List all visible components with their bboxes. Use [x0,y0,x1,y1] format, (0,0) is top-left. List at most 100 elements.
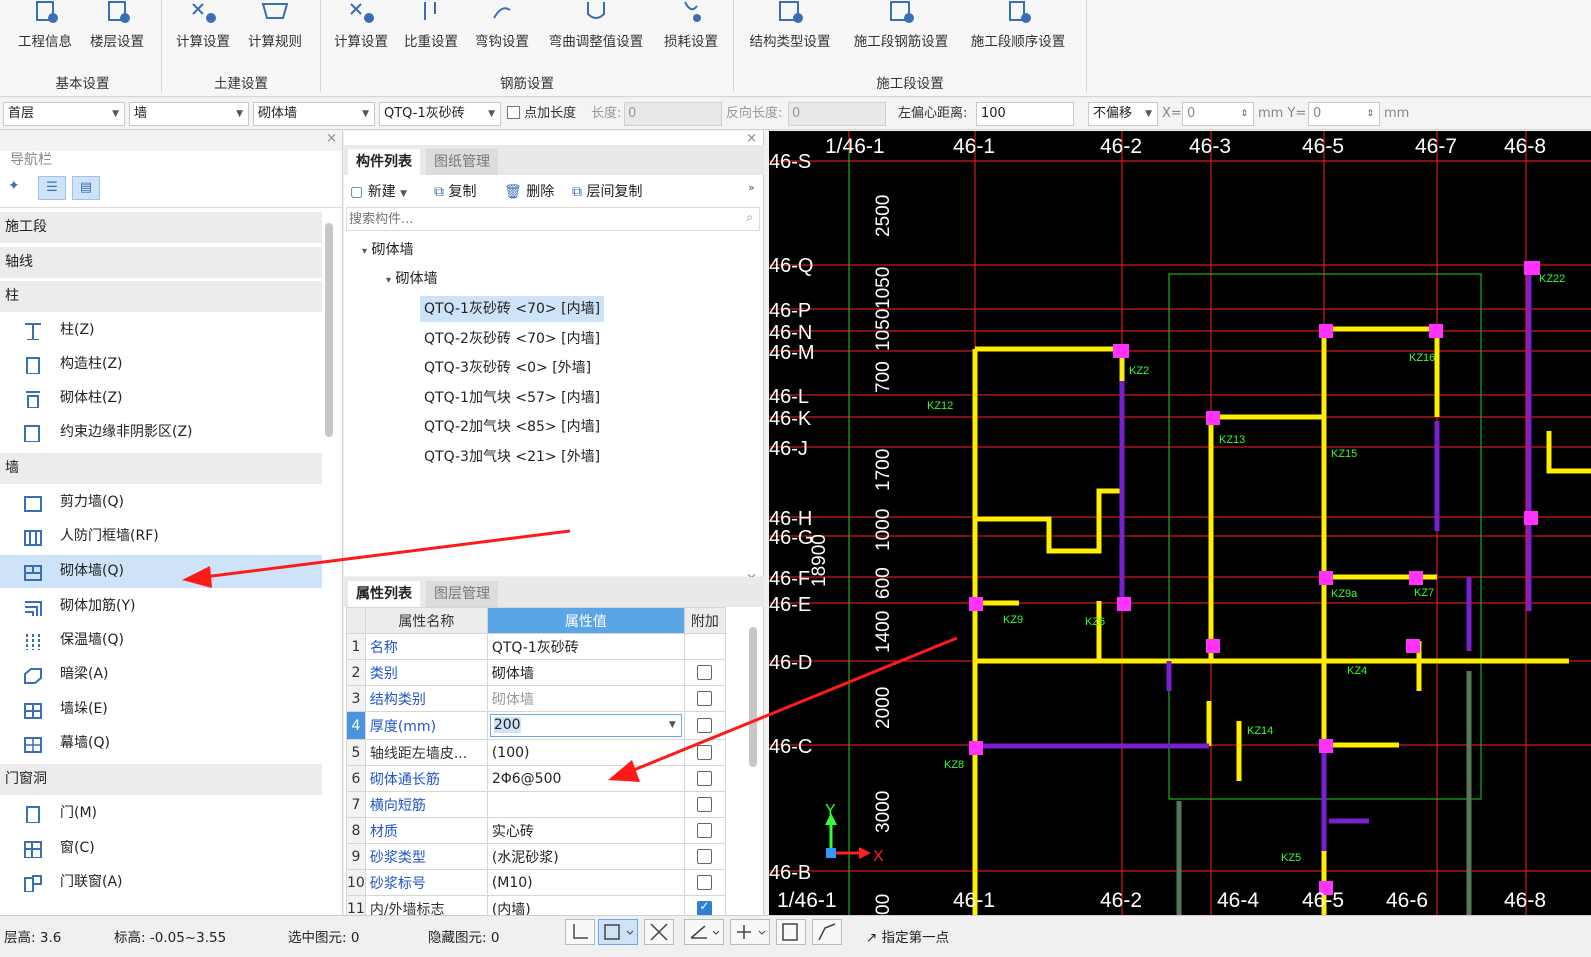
extra-checkbox[interactable] [697,718,713,733]
close-icon[interactable]: × [746,131,757,146]
extra-checkbox[interactable] [697,875,713,890]
nav-category-axis[interactable]: 轴线 [0,247,322,278]
chevron-down-icon[interactable]: ▼ [669,715,676,736]
component-item[interactable]: QTQ-1加气块 <57> [内墙] [424,385,600,411]
extra-checkbox[interactable] [697,691,713,706]
subtype-select[interactable]: 砌体墙 ▼ [253,102,375,126]
component-item[interactable]: QTQ-3加气块 <21> [外墙] [424,444,600,470]
tab-drawing-management[interactable]: 图纸管理 [426,149,498,175]
nav-item-construction-column[interactable]: 构造柱(Z) [0,348,322,381]
property-value[interactable] [486,791,685,818]
nav-category-sections[interactable]: 施工段 [0,212,322,243]
property-row[interactable]: 3 结构类别 砌体墙 [346,685,726,712]
y-input[interactable]: 0 ⇕ [1308,102,1380,126]
nav-category-column[interactable]: 柱 [0,281,322,312]
length-input[interactable]: 0 [624,102,722,126]
thickness-cell[interactable]: 200 ▼ [486,711,685,740]
nav-category-wall[interactable]: 墙 [0,453,322,484]
property-value[interactable]: (100) [486,739,685,766]
nav-item-insulation-wall[interactable]: 保温墙(Q) [0,624,322,657]
drawing-canvas[interactable]: 1/46-1 46-1 46-2 46-3 46-5 46-7 46-8 1/4… [769,131,1591,915]
property-value[interactable]: 2Φ6@500 [486,765,685,792]
delete-button[interactable]: 🗑 删除 [504,181,554,201]
property-value[interactable]: (水泥砂浆) [486,843,685,870]
detail-view-icon[interactable]: ▤ [72,176,100,200]
property-row[interactable]: 6 砌体通长筋 2Φ6@500 [346,765,726,792]
nav-scrollbar[interactable] [325,223,333,437]
hook-settings-button[interactable]: 弯钩设置 [468,0,536,58]
nav-item-boundary-zone[interactable]: 约束边缘非阴影区(Z) [0,416,322,449]
nav-category-doors-windows[interactable]: 门窗洞 [0,764,322,795]
component-item[interactable]: QTQ-3灰砂砖 <0> [外墙] [424,355,591,381]
shift-mode-select[interactable]: 不偏移 ▼ [1088,102,1158,126]
floor-settings-button[interactable]: 楼层设置 [82,0,152,58]
nav-item-masonry-column[interactable]: 砌体柱(Z) [0,382,322,415]
density-settings-button[interactable]: 比重设置 [398,0,464,58]
extra-checkbox[interactable] [697,745,713,760]
nav-item-shear-wall[interactable]: 剪力墙(Q) [0,486,322,519]
chevron-down-icon[interactable]: ▼ [400,189,407,199]
nav-item-column[interactable]: 柱(Z) [0,314,322,347]
section-rebar-settings-button[interactable]: 施工段钢筋设置 [845,0,957,58]
close-icon[interactable]: × [326,131,337,146]
caret-down-icon[interactable]: ▾ [362,246,367,257]
property-row[interactable]: 1 名称 QTQ-1灰砂砖 [346,633,726,660]
tab-property-list[interactable]: 属性列表 [348,581,420,607]
new-button[interactable]: ▢ 新建 ▼ [350,181,407,201]
rebar-calc-settings-button[interactable]: 计算设置 [326,0,396,58]
caret-down-icon[interactable]: ▾ [386,275,391,286]
property-row[interactable]: 8 材质 实心砖 [346,817,726,844]
copy-button[interactable]: ⧉ 复制 [434,181,476,201]
component-item[interactable]: QTQ-2加气块 <85> [内墙] [424,414,600,440]
structure-type-settings-button[interactable]: 结构类型设置 [740,0,840,58]
nav-item-door-window[interactable]: 门联窗(A) [0,866,322,899]
component-select[interactable]: QTQ-1灰砂砖 ▼ [379,102,501,126]
extra-checkbox[interactable] [697,797,713,812]
spinner-icon[interactable]: ⇕ [1240,103,1248,125]
bend-adjust-settings-button[interactable]: 弯曲调整值设置 [540,0,652,58]
property-row[interactable]: 10 砂浆标号 (M10) [346,869,726,896]
tree-node-masonry-wall-root[interactable]: ▾ 砌体墙 [362,237,413,263]
extra-checkbox[interactable] [697,823,713,838]
property-value[interactable]: (M10) [486,869,685,896]
nav-item-masonry-rebar[interactable]: 砌体加筋(Y) [0,590,322,623]
property-row[interactable]: 7 横向短筋 [346,791,726,818]
property-row[interactable]: 9 砂浆类型 (水泥砂浆) [346,843,726,870]
nav-item-masonry-wall[interactable]: 砌体墙(Q) [0,555,322,588]
property-row[interactable]: 4 厚度(mm) 200 ▼ [346,711,726,740]
tree-node-masonry-wall[interactable]: ▾ 砌体墙 [386,266,437,292]
thickness-input[interactable]: 200 ▼ [489,714,682,737]
polyline-toggle-button[interactable] [812,919,842,945]
component-item[interactable]: QTQ-2灰砂砖 <70> [内墙] [424,326,600,352]
property-value[interactable]: QTQ-1灰砂砖 [486,633,685,660]
nav-item-hidden-beam[interactable]: 暗梁(A) [0,658,322,691]
extra-checkbox[interactable] [697,665,713,680]
pin-icon[interactable]: ✦ [8,178,20,194]
property-value[interactable]: 实心砖 [486,817,685,844]
tab-layer-management[interactable]: 图层管理 [426,581,498,607]
property-scrollbar[interactable] [749,627,757,767]
loss-settings-button[interactable]: 损耗设置 [656,0,726,58]
nav-item-curtain-wall[interactable]: 幕墙(Q) [0,727,322,760]
section-order-settings-button[interactable]: 施工段顺序设置 [962,0,1074,58]
angle-toggle-button[interactable] [684,919,724,945]
drawing-svg[interactable]: 1/46-1 46-1 46-2 46-3 46-5 46-7 46-8 1/4… [769,131,1591,915]
extra-checkbox-checked[interactable] [697,899,713,916]
calc-rules-button[interactable]: 计算规则 [240,0,310,58]
component-search-input[interactable] [347,208,731,230]
floor-select[interactable]: 首层 ▼ [3,102,125,126]
extra-checkbox[interactable] [697,771,713,786]
nav-item-civil-defense-wall[interactable]: 人防门框墙(RF) [0,520,322,553]
tab-component-list[interactable]: 构件列表 [348,149,420,175]
nav-item-wall-pier[interactable]: 墙垛(E) [0,693,322,726]
project-info-button[interactable]: 工程信息 [10,0,80,58]
snap-toggle-button[interactable] [598,919,638,945]
spinner-icon[interactable]: ⇕ [1366,103,1374,125]
cross-toggle-button[interactable] [644,919,674,945]
ortho-toggle-button[interactable] [565,919,595,945]
nav-item-door[interactable]: 门(M) [0,797,322,830]
dynamic-input-button[interactable] [730,919,770,945]
x-input[interactable]: 0 ⇕ [1182,102,1254,126]
property-value[interactable]: 砌体墙 [486,659,685,686]
nav-item-window[interactable]: 窗(C) [0,832,322,865]
